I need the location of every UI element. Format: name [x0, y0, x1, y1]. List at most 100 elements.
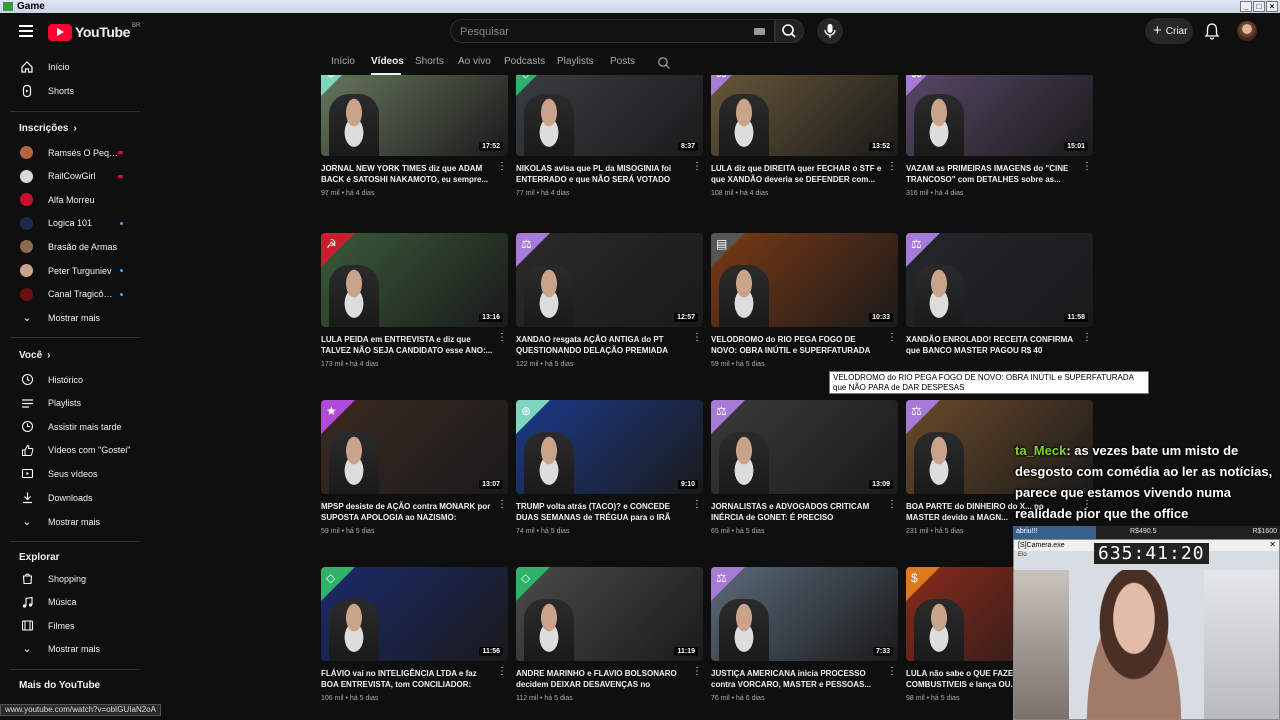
sidebar-subscription[interactable]: Brasão de Armas: [0, 235, 148, 258]
maximize-button[interactable]: □: [1253, 1, 1265, 12]
tab-videos[interactable]: Vídeos: [371, 56, 404, 67]
sidebar-item-history[interactable]: Histórico: [0, 368, 148, 391]
video-card[interactable]: ☭ 13:16 LULA PEIDA em ENTREVISTA e diz que…: [321, 233, 508, 398]
more-options-icon[interactable]: ⋮: [887, 162, 897, 172]
notifications-bell-icon[interactable]: [1204, 22, 1220, 40]
video-thumbnail[interactable]: ◇ 11:56: [321, 567, 508, 661]
video-card[interactable]: ◇ 11:19 ANDRE MARINHO e FLAVIO BOLSONARO d…: [516, 567, 703, 720]
video-title[interactable]: NIKOLAS avisa que PL da MISOGINIA foi EN…: [516, 163, 688, 185]
more-options-icon[interactable]: ⋮: [692, 500, 702, 510]
video-thumbnail[interactable]: ⊕ 17:52: [321, 75, 508, 156]
video-card[interactable]: ⚖ 15:01 VAZAM as PRIMEIRAS IMAGENS do "CIN…: [906, 75, 1093, 227]
tab-inicio[interactable]: Início: [331, 56, 355, 67]
tab-shorts[interactable]: Shorts: [415, 56, 444, 67]
account-avatar[interactable]: [1237, 21, 1257, 41]
video-title[interactable]: JUSTIÇA AMERICANA inicia PROCESSO contra…: [711, 668, 883, 690]
video-title[interactable]: JORNALISTAS e ADVOGADOS CRITICAM INÉRCIA…: [711, 501, 883, 523]
show-more-explore[interactable]: ⌄ Mostrar mais: [0, 637, 148, 660]
video-card[interactable]: ◇ 8:37 NIKOLAS avisa que PL da MISOGINIA f…: [516, 75, 703, 227]
video-thumbnail[interactable]: ☭ 13:16: [321, 233, 508, 327]
video-card[interactable]: ◇ 11:56 FLÁVIO vai no INTELIGÊNCIA LTDA e …: [321, 567, 508, 720]
sidebar-item-home[interactable]: Início: [0, 55, 148, 78]
you-heading[interactable]: Você ›: [19, 350, 51, 361]
video-card[interactable]: ⊕ 9:10 TRUMP volta atrás (TACO)? e CONCEDE…: [516, 400, 703, 565]
video-card[interactable]: ★ 13:07 MPSP desiste de AÇÃO contra MONARK…: [321, 400, 508, 565]
video-title[interactable]: FLÁVIO vai no INTELIGÊNCIA LTDA e faz BO…: [321, 668, 493, 690]
voice-search-button[interactable]: [817, 18, 843, 44]
video-title[interactable]: TRUMP volta atrás (TACO)? e CONCEDE DUAS…: [516, 501, 688, 523]
video-card[interactable]: ⊕ 17:52 JORNAL NEW YORK TIMES diz que ADAM…: [321, 75, 508, 227]
video-title[interactable]: LULA PEIDA em ENTREVISTA e diz que TALVE…: [321, 334, 493, 356]
minimize-button[interactable]: _: [1240, 1, 1252, 12]
video-thumbnail[interactable]: ▤ 10:33: [711, 233, 898, 327]
keyboard-icon[interactable]: [754, 28, 765, 35]
video-card[interactable]: ⚖ 12:57 XANDAO resgata AÇÃO ANTIGA do PT Q…: [516, 233, 703, 398]
video-thumbnail[interactable]: ◇ 11:19: [516, 567, 703, 661]
close-window-button[interactable]: ×: [1266, 1, 1278, 12]
more-options-icon[interactable]: ⋮: [692, 333, 702, 343]
create-button[interactable]: + Criar: [1145, 18, 1193, 44]
more-options-icon[interactable]: ⋮: [497, 333, 507, 343]
more-options-icon[interactable]: ⋮: [497, 500, 507, 510]
camera-close-icon[interactable]: ✕: [1269, 540, 1276, 549]
youtube-logo[interactable]: YouTube BR: [48, 23, 140, 41]
video-card[interactable]: ⚖ 7:33 JUSTIÇA AMERICANA inicia PROCESSO c…: [711, 567, 898, 720]
search-input[interactable]: [460, 24, 740, 40]
tab-posts[interactable]: Posts: [610, 56, 635, 67]
sidebar-item-music[interactable]: Música: [0, 591, 148, 614]
sidebar-item-shorts[interactable]: Shorts: [0, 79, 148, 102]
video-title[interactable]: MPSP desiste de AÇÃO contra MONARK por S…: [321, 501, 493, 523]
show-more-subscriptions[interactable]: ⌄ Mostrar mais: [0, 306, 148, 329]
video-title[interactable]: VAZAM as PRIMEIRAS IMAGENS do "CINE TRAN…: [906, 163, 1078, 185]
more-options-icon[interactable]: ⋮: [1082, 333, 1092, 343]
video-title[interactable]: JORNAL NEW YORK TIMES diz que ADAM BACK …: [321, 163, 493, 185]
sidebar-subscription[interactable]: Alfa Morreu: [0, 188, 148, 211]
video-thumbnail[interactable]: ⚖ 15:01: [906, 75, 1093, 156]
search-button[interactable]: [775, 19, 804, 43]
sidebar-subscription[interactable]: Ramsés O Pequeno: [0, 141, 148, 164]
more-options-icon[interactable]: ⋮: [887, 500, 897, 510]
channel-search-icon[interactable]: [657, 56, 671, 70]
video-thumbnail[interactable]: ⚖ 13:52: [711, 75, 898, 156]
video-thumbnail[interactable]: ⚖ 7:33: [711, 567, 898, 661]
video-title[interactable]: VELODROMO do RIO PEGA FOGO DE NOVO: OBRA…: [711, 334, 883, 356]
logo-region: BR: [132, 23, 141, 29]
video-thumbnail[interactable]: ⚖ 11:58: [906, 233, 1093, 327]
more-options-icon[interactable]: ⋮: [887, 667, 897, 677]
video-title[interactable]: XANDAO resgata AÇÃO ANTIGA do PT QUESTIO…: [516, 334, 688, 356]
tab-podcasts[interactable]: Podcasts: [504, 56, 545, 67]
video-title[interactable]: LULA diz que DIREITA quer FECHAR o STF e…: [711, 163, 883, 185]
more-options-icon[interactable]: ⋮: [887, 333, 897, 343]
more-options-icon[interactable]: ⋮: [1082, 162, 1092, 172]
more-options-icon[interactable]: ⋮: [692, 162, 702, 172]
sidebar-item-download[interactable]: Downloads: [0, 486, 148, 509]
video-thumbnail[interactable]: ⚖ 13:09: [711, 400, 898, 494]
sidebar-item-playlists[interactable]: Playlists: [0, 392, 148, 415]
video-thumbnail[interactable]: ★ 13:07: [321, 400, 508, 494]
video-thumbnail[interactable]: ⊕ 9:10: [516, 400, 703, 494]
more-options-icon[interactable]: ⋮: [497, 667, 507, 677]
title-tooltip: VELODROMO do RIO PEGA FOGO DE NOVO: OBRA…: [829, 371, 1149, 394]
menu-icon[interactable]: [19, 25, 33, 37]
sidebar-subscription[interactable]: Canal Tragicômico: [0, 283, 148, 306]
sidebar-item-like[interactable]: Vídeos com "Gostei": [0, 439, 148, 462]
video-title[interactable]: XANDÃO ENROLADO! RECEITA CONFIRMA que BA…: [906, 334, 1078, 356]
more-options-icon[interactable]: ⋮: [692, 667, 702, 677]
video-thumbnail[interactable]: ⚖ 12:57: [516, 233, 703, 327]
tab-ao-vivo[interactable]: Ao vivo: [458, 56, 491, 67]
more-options-icon[interactable]: ⋮: [497, 162, 507, 172]
sidebar-item-your-videos[interactable]: Seus vídeos: [0, 462, 148, 485]
video-thumbnail[interactable]: ◇ 8:37: [516, 75, 703, 156]
sidebar-subscription[interactable]: Peter Turguniev: [0, 259, 148, 282]
sidebar-subscription[interactable]: RailCowGirl: [0, 165, 148, 188]
sidebar-item-movies[interactable]: Filmes: [0, 614, 148, 637]
subscriptions-heading[interactable]: Inscrições ›: [19, 123, 77, 134]
video-card[interactable]: ⚖ 13:09 JORNALISTAS e ADVOGADOS CRITICAM I…: [711, 400, 898, 565]
tab-playlists[interactable]: Playlists: [557, 56, 594, 67]
video-title[interactable]: ANDRE MARINHO e FLAVIO BOLSONARO decidem…: [516, 668, 688, 690]
sidebar-item-shopping[interactable]: Shopping: [0, 567, 148, 590]
show-more-you[interactable]: ⌄ Mostrar mais: [0, 510, 148, 533]
video-card[interactable]: ⚖ 13:52 LULA diz que DIREITA quer FECHAR o…: [711, 75, 898, 227]
sidebar-subscription[interactable]: Logica 101: [0, 212, 148, 235]
sidebar-item-watch-later[interactable]: Assistir mais tarde: [0, 415, 148, 438]
